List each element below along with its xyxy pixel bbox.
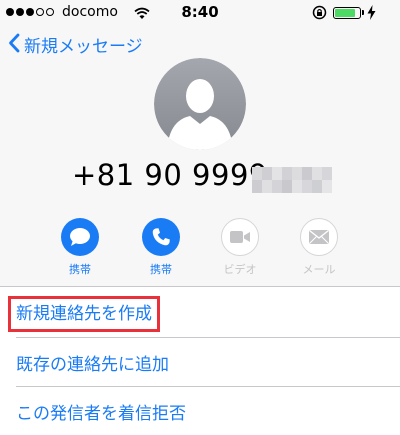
video-action-button[interactable]: ビデオ xyxy=(210,218,270,277)
person-silhouette-icon xyxy=(154,58,246,150)
contact-header: docomo 8:40 新規メッセージ +81 90 9999 携帯 携帯 ビデ… xyxy=(0,0,400,286)
battery-icon xyxy=(333,7,361,19)
charging-bolt-icon xyxy=(367,5,376,24)
video-camera-icon xyxy=(221,218,259,256)
highlight-annotation xyxy=(8,296,160,332)
add-to-existing-contact-button[interactable]: 既存の連絡先に追加 xyxy=(0,338,400,386)
call-action-button[interactable]: 携帯 xyxy=(131,218,191,277)
battery-cap xyxy=(362,10,364,15)
message-bubble-icon xyxy=(61,218,99,256)
status-bar: docomo 8:40 xyxy=(0,0,400,26)
add-to-existing-contact-label: 既存の連絡先に追加 xyxy=(16,355,169,375)
back-label: 新規メッセージ xyxy=(24,37,143,57)
mail-icon xyxy=(300,218,338,256)
block-caller-button[interactable]: この発信者を着信拒否 xyxy=(0,387,400,435)
mail-action-label: メール xyxy=(302,263,336,276)
redacted-digits xyxy=(252,167,332,193)
message-action-button[interactable]: 携帯 xyxy=(50,218,110,277)
block-caller-label: この発信者を着信拒否 xyxy=(16,404,186,424)
message-action-label: 携帯 xyxy=(69,263,91,276)
call-action-label: 携帯 xyxy=(150,263,172,276)
video-action-label: ビデオ xyxy=(223,263,257,276)
phone-number: +81 90 9999 xyxy=(72,158,268,192)
phone-icon xyxy=(142,218,180,256)
chevron-left-icon xyxy=(8,33,20,57)
back-button[interactable]: 新規メッセージ xyxy=(8,32,143,57)
mail-action-button[interactable]: メール xyxy=(289,218,349,277)
rotation-lock-icon xyxy=(312,5,327,24)
